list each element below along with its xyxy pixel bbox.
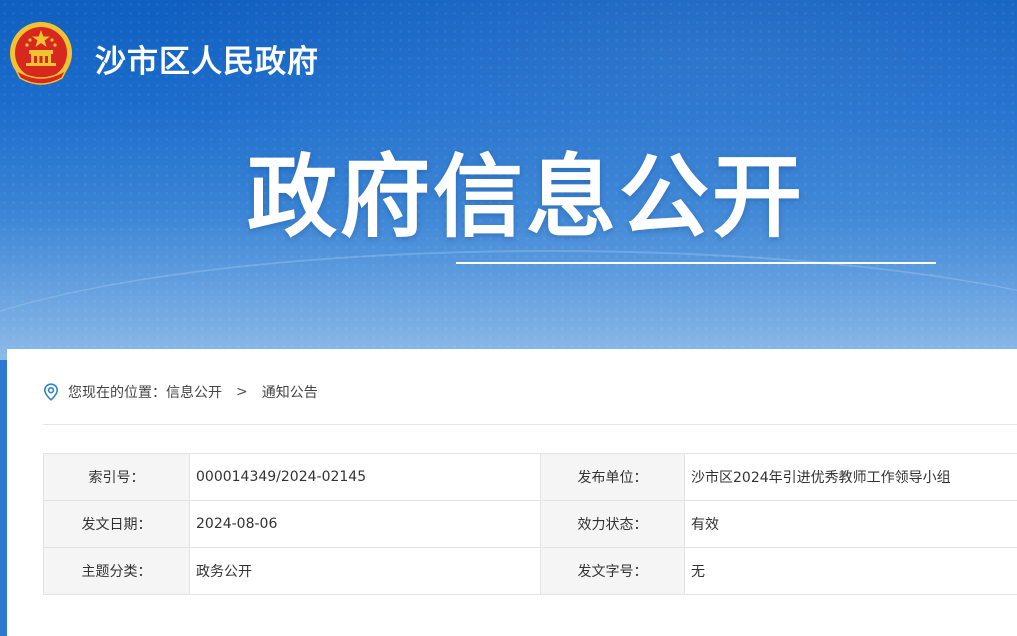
national-emblem-icon[interactable] — [8, 20, 74, 88]
issue-date-value: 2024-08-06 — [189, 500, 541, 548]
breadcrumb-prefix: 您现在的位置： — [68, 385, 166, 401]
document-meta-table: 索引号： 000014349/2024-02145 发布单位： 沙市区2024年… — [43, 453, 1017, 595]
breadcrumb-item-info-disclosure[interactable]: 信息公开 — [166, 382, 222, 402]
breadcrumb-divider — [43, 424, 1017, 425]
header-banner: 沙市区人民政府 政府信息公开 — [0, 0, 1017, 360]
title-underline — [456, 262, 936, 264]
breadcrumb-separator: > — [236, 384, 248, 400]
breadcrumb: 您现在的位置： 信息公开 > 通知公告 — [43, 382, 318, 402]
validity-status-value: 有效 — [684, 500, 1017, 548]
issuing-unit-value: 沙市区2024年引进优秀教师工作领导小组 — [684, 453, 1017, 501]
issuing-unit-label: 发布单位： — [540, 453, 685, 501]
index-number-label: 索引号： — [43, 453, 190, 501]
location-pin-icon — [43, 383, 59, 401]
page-banner-title: 政府信息公开 — [247, 145, 805, 250]
content-panel: 您现在的位置： 信息公开 > 通知公告 索引号： 000014349/2024-… — [7, 349, 1017, 636]
site-name[interactable]: 沙市区人民政府 — [95, 36, 319, 81]
validity-status-label: 效力状态： — [540, 500, 685, 548]
table-row: 索引号： 000014349/2024-02145 发布单位： 沙市区2024年… — [43, 453, 1017, 501]
topic-category-value: 政务公开 — [189, 547, 541, 595]
index-number-value: 000014349/2024-02145 — [189, 453, 541, 501]
table-row: 发文日期： 2024-08-06 效力状态： 有效 — [43, 500, 1017, 548]
issue-date-label: 发文日期： — [43, 500, 190, 548]
topic-category-label: 主题分类： — [43, 547, 190, 595]
table-row: 主题分类： 政务公开 发文字号： 无 — [43, 547, 1017, 595]
document-number-value: 无 — [684, 547, 1017, 595]
breadcrumb-item-notices[interactable]: 通知公告 — [262, 382, 318, 402]
document-number-label: 发文字号： — [540, 547, 685, 595]
